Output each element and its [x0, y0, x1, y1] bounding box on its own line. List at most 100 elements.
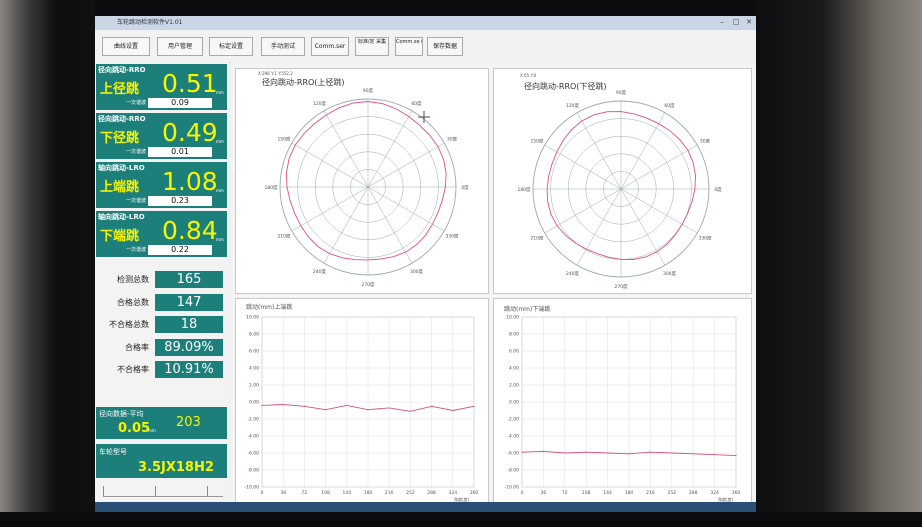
y-tick-label: 6.00 [249, 349, 259, 355]
series-point [303, 405, 305, 407]
x-tick-label: 252 [406, 490, 415, 496]
polar-spoke [576, 112, 622, 190]
runout-card-label: 下径跳 [100, 131, 140, 146]
stat-row: 不合格总数 18 [95, 316, 229, 334]
series-point [367, 409, 369, 411]
y-tick-label: -10.00 [244, 485, 259, 491]
x-tick-label: 324 [710, 490, 719, 496]
series-point [692, 453, 694, 455]
x-tick-label: 288 [689, 490, 698, 496]
runout-card: 轴向跳动-LRO 下端跳 0.84 mm 一次谐波 0.22 [96, 211, 227, 257]
polar-spoke [620, 188, 666, 266]
fw-button[interactable]: 标准/定 采集 [355, 37, 389, 56]
window-title: 车轮跳动检测软件V1.01 [117, 19, 183, 26]
runout-card-unit: mm [216, 139, 224, 144]
x-tick-label: 36 [280, 490, 286, 496]
user-manage-button[interactable]: 用户管理 [157, 37, 203, 56]
calibration-button[interactable]: 标定设置 [209, 37, 253, 56]
polar-angle-label: 150度 [530, 138, 544, 145]
y-tick-label: 0.00 [249, 400, 259, 406]
y-tick-label: -6.00 [507, 451, 519, 457]
polar-spoke [620, 188, 698, 234]
manual-mode-button[interactable]: 手动测试 [261, 37, 305, 56]
x-tick-label: 288 [427, 490, 436, 496]
polar-angle-label: 120度 [566, 102, 580, 109]
x-tick-label: 216 [646, 490, 655, 496]
x-tick-label: 108 [321, 490, 330, 496]
polar-trace [546, 111, 696, 260]
minimize-icon[interactable]: – [717, 18, 727, 27]
series-point [564, 452, 566, 454]
stat-value: 18 [155, 316, 223, 333]
radial-average-box: 径向数据-平均 0.05 mm 203 [96, 407, 227, 439]
line-panel-upper: 跳动(mm)上端跳 角度(度) 10.00 8.00 6.00 4.00 2.00 0.0… [235, 298, 489, 504]
runout-card-label: 上径跳 [100, 82, 140, 97]
stat-label: 合格总数 [117, 297, 149, 307]
radial-average-unit: mm [148, 428, 156, 433]
series-point [325, 409, 327, 411]
polar-spoke [367, 110, 413, 188]
polar-spoke [544, 144, 622, 190]
x-tick-label: 216 [385, 490, 394, 496]
stat-value: 165 [155, 271, 223, 288]
series-point [649, 451, 651, 453]
y-tick-label: 8.00 [509, 332, 519, 338]
polar-angle-label: 120度 [313, 100, 327, 107]
polar-spoke [323, 186, 369, 264]
comm-button[interactable]: Comm.ser [311, 37, 349, 56]
series-point [735, 454, 737, 457]
x-tick-label: 72 [562, 490, 568, 496]
toolbar: 曲线设置用户管理标定设置手动测试 Comm.ser 标准/定 采集 Comm.se 0… [95, 30, 756, 63]
runout-card-value: 0.51 [162, 69, 218, 98]
polar-spoke [323, 110, 369, 188]
polar-angle-label: 300度 [663, 270, 677, 277]
polar-angle-label: 300度 [410, 268, 424, 275]
runout-card: 径向跳动-RRO 上径跳 0.51 mm 一次谐波 0.09 [96, 64, 227, 110]
series-point [628, 453, 630, 455]
stat-label: 不合格总数 [109, 320, 149, 329]
line-chart-lower: 10.00 8.00 6.00 4.00 2.00 0.00 -2.00 -4.00 -6.00… [504, 315, 740, 497]
x-tick-label: 144 [603, 490, 612, 496]
close-icon[interactable]: ✕ [744, 18, 754, 27]
polar-spoke [620, 112, 666, 190]
app-window: 车轮跳动检测软件V1.01 – □ ✕ 曲线设置 用户管理 标定设置 手动测试 Comm… [95, 16, 756, 512]
polar-angle-label: 330度 [698, 235, 712, 242]
maximize-icon[interactable]: □ [731, 18, 741, 27]
line-panel-lower: 跳动(mm)下端跳 角度(度) 10.00 8.00 6.00 4.00 2.00 0.0… [493, 298, 752, 504]
runout-card-unit: mm [216, 90, 224, 95]
polar-angle-label: 0度 [461, 184, 469, 191]
left-panel: 径向数据-平均 0.05 mm 203 车轮型号 3.5JX18H2 径向跳动-… [95, 62, 229, 512]
y-tick-label: -10.00 [504, 485, 519, 491]
series-point [452, 409, 454, 412]
x-tick-label: 72 [302, 490, 308, 496]
bottom-slider[interactable] [103, 486, 223, 497]
polar-angle-label: 210度 [530, 235, 544, 242]
y-tick-label: 10.00 [506, 315, 519, 321]
comm2-button[interactable]: Comm.se 07 [395, 37, 423, 56]
radial-average-angle: 203 [176, 415, 201, 430]
radial-average-title: 径向数据-平均 [99, 410, 144, 418]
stat-row: 合格总数 147 [95, 293, 229, 312]
polar-spoke [291, 142, 369, 188]
save-data-button[interactable]: 保存数据 [427, 37, 463, 56]
polar-angle-label: 60度 [411, 100, 422, 107]
stat-value: 147 [155, 293, 223, 311]
polar-angle-label: 180度 [517, 186, 531, 193]
runout-card-sub-label: 一次谐波 [126, 100, 147, 106]
wheel-model-box: 车轮型号 3.5JX18H2 [96, 444, 227, 478]
monitor-bezel-left [0, 0, 95, 527]
y-tick-label: 0.00 [509, 400, 519, 406]
stat-value: 89.09% [155, 338, 223, 356]
polar-angle-label: 30度 [700, 138, 711, 145]
device-settings-button[interactable]: 曲线设置 [102, 37, 150, 56]
y-tick-label: 4.00 [509, 366, 519, 372]
series-point [521, 451, 523, 453]
polar-angle-label: 270度 [614, 283, 628, 290]
y-tick-label: 6.00 [509, 349, 519, 355]
runout-card-sub-value: 0.23 [148, 196, 212, 206]
series-point [671, 452, 673, 454]
series-point [431, 405, 433, 407]
polar-chart-upper: 0度 30度 60度 90度 120度 150度 180度 210度 240度 270度 300度 3… [264, 87, 469, 288]
monitor-bezel-bottom [0, 512, 922, 527]
stat-label: 不合格率 [117, 365, 149, 374]
